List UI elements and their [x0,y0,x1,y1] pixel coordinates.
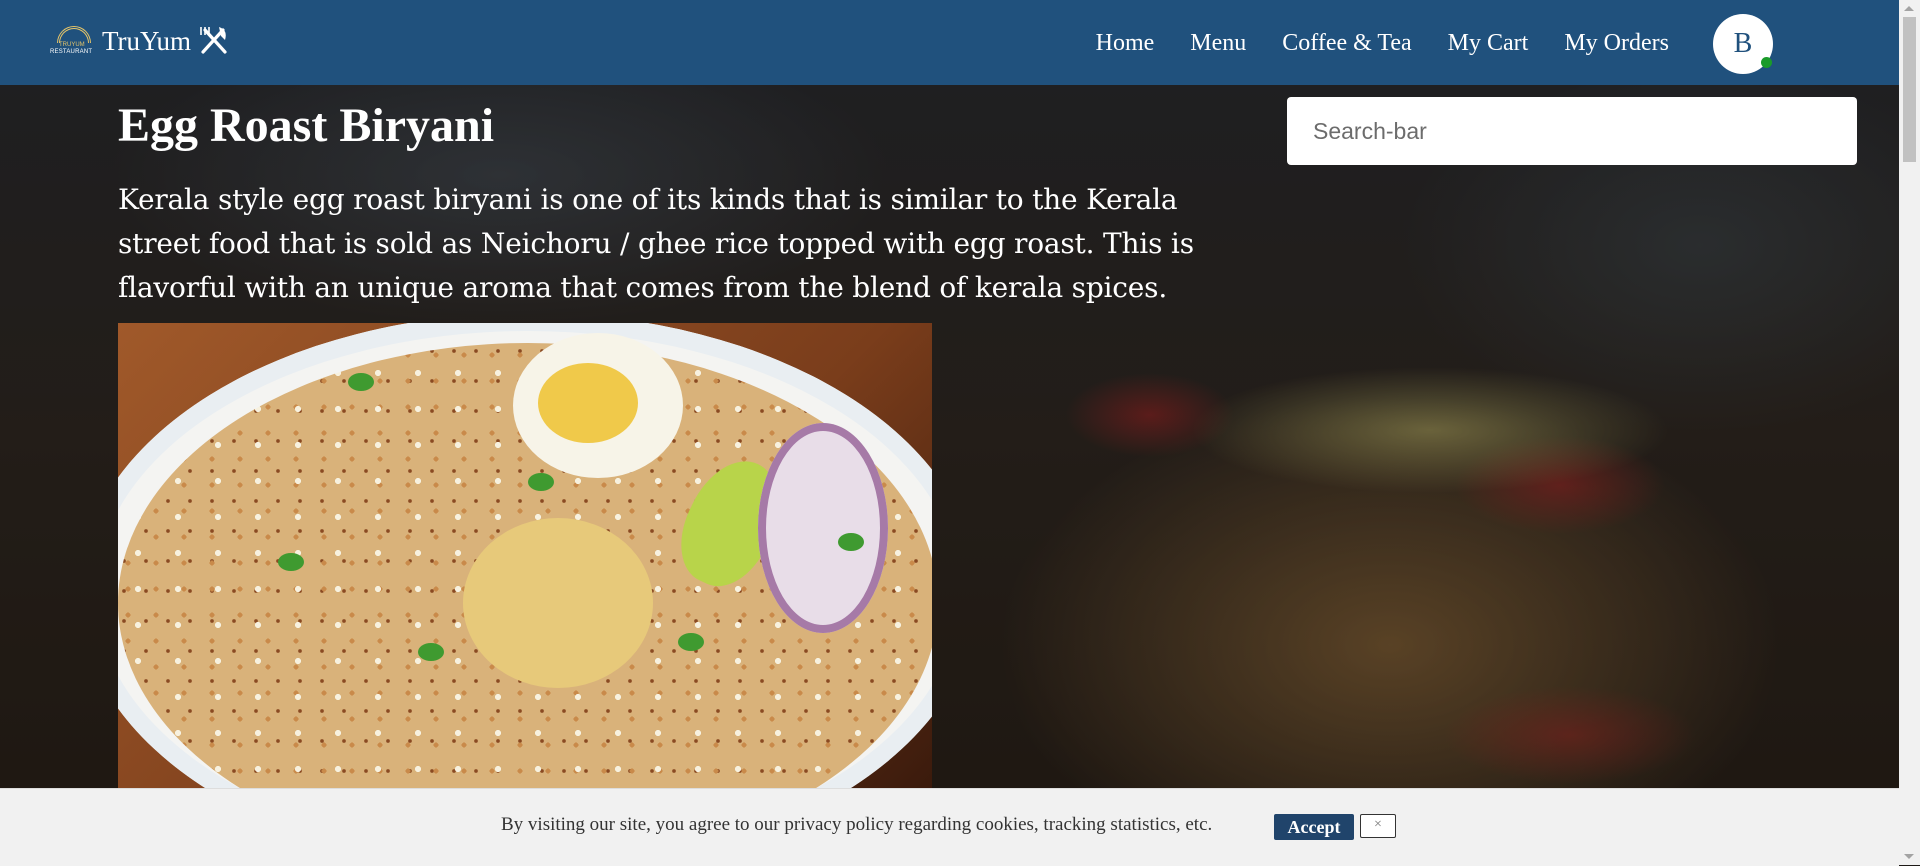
fork-knife-icon [200,27,227,54]
scroll-up-arrow-icon[interactable] [1904,6,1914,11]
nav-coffee-tea[interactable]: Coffee & Tea [1282,30,1411,57]
cilantro-leaf-shape [418,643,444,661]
search-input[interactable] [1287,97,1857,165]
navbar: TRUYUM RESTAURANT TruYum Home Menu Coffe… [0,0,1899,85]
cilantro-leaf-shape [278,553,304,571]
logo-text-top: TRUYUM [59,42,85,48]
scrollbar-thumb[interactable] [1903,17,1916,162]
nav-my-cart[interactable]: My Cart [1448,30,1529,57]
avatar-initial: B [1733,28,1753,59]
logo-text-bottom: RESTAURANT [50,49,93,55]
accept-cookies-button[interactable]: Accept [1274,814,1354,840]
restaurant-logo: TRUYUM RESTAURANT [50,24,100,58]
page-scrollbar[interactable] [1899,0,1920,865]
cilantro-leaf-shape [348,373,374,391]
dish-image [118,323,932,793]
roasted-egg-shape [463,518,653,688]
online-status-dot [1761,57,1772,68]
nav-my-orders[interactable]: My Orders [1564,30,1669,57]
cilantro-leaf-shape [678,633,704,651]
boiled-egg-half-shape [513,333,683,478]
cilantro-leaf-shape [528,473,554,491]
cookie-message: By visiting our site, you agree to our p… [501,814,1213,835]
brand[interactable]: TRUYUM RESTAURANT TruYum [50,24,231,58]
cookie-consent-bar: By visiting our site, you agree to our p… [0,788,1899,866]
main-nav: Home Menu Coffee & Tea My Cart My Orders [1060,30,1669,57]
scroll-down-arrow-icon[interactable] [1904,854,1914,859]
dish-description: Kerala style egg roast biryani is one of… [118,183,1194,304]
brand-name: TruYum [102,25,192,56]
user-avatar[interactable]: B [1713,14,1773,74]
nav-menu[interactable]: Menu [1190,30,1246,57]
onion-rings-shape [758,423,888,633]
close-cookie-bar-button[interactable]: × [1360,814,1396,838]
nav-home[interactable]: Home [1096,30,1155,57]
cilantro-leaf-shape [838,533,864,551]
dish-title: Egg Roast Biryani [118,99,495,152]
